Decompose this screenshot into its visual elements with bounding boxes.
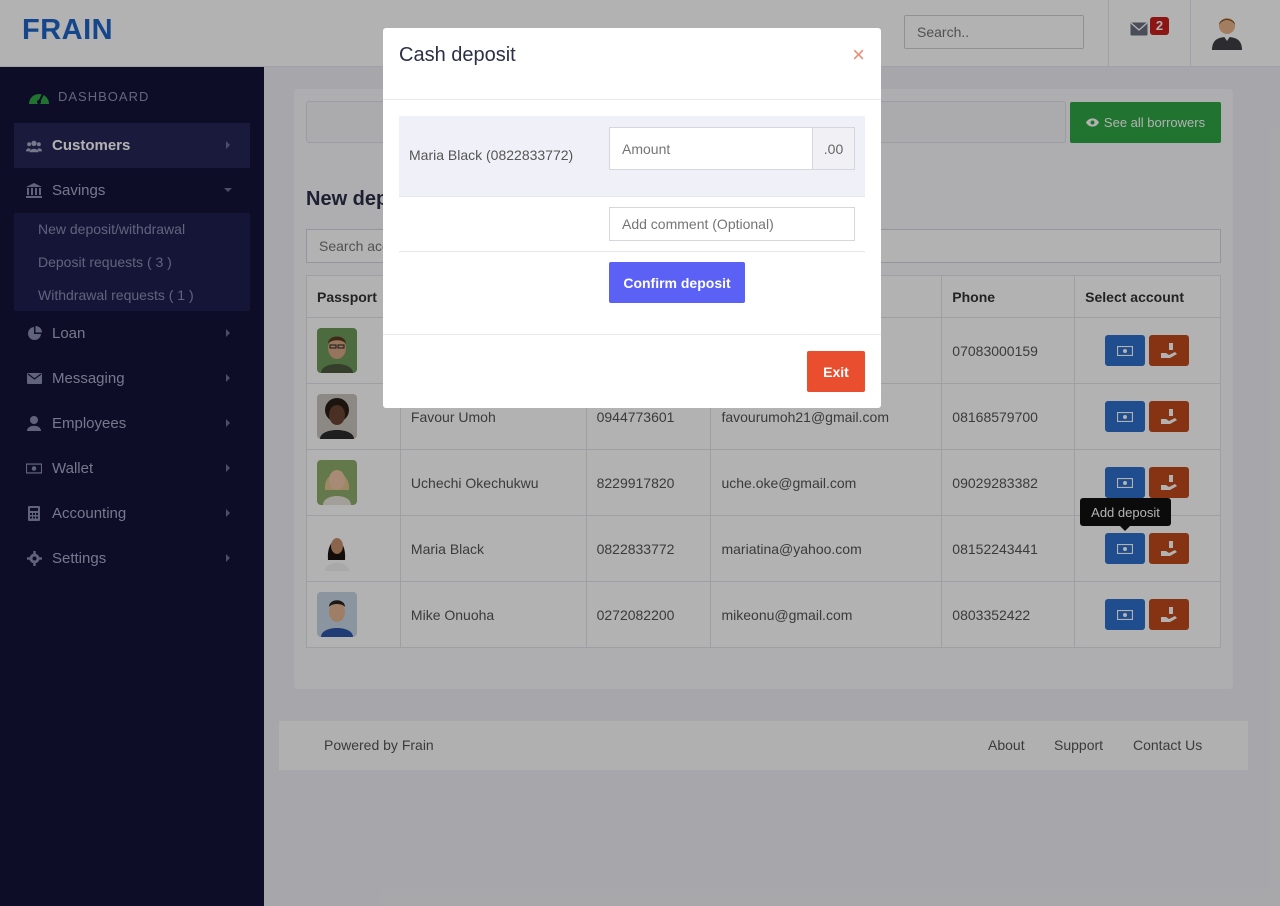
amount-decimal-suffix: .00 — [812, 127, 855, 170]
selected-account-label: Maria Black (0822833772) — [409, 147, 574, 163]
exit-button[interactable]: Exit — [807, 351, 865, 392]
cash-deposit-modal: Cash deposit × Maria Black (0822833772) … — [383, 28, 881, 408]
amount-input[interactable] — [609, 127, 813, 170]
form-divider — [399, 196, 865, 197]
comment-input[interactable] — [609, 207, 855, 241]
modal-divider — [383, 99, 881, 100]
modal-divider — [383, 334, 881, 335]
form-divider — [399, 251, 865, 252]
close-icon[interactable]: × — [852, 44, 865, 66]
confirm-deposit-button[interactable]: Confirm deposit — [609, 262, 745, 303]
modal-title: Cash deposit — [399, 44, 516, 66]
